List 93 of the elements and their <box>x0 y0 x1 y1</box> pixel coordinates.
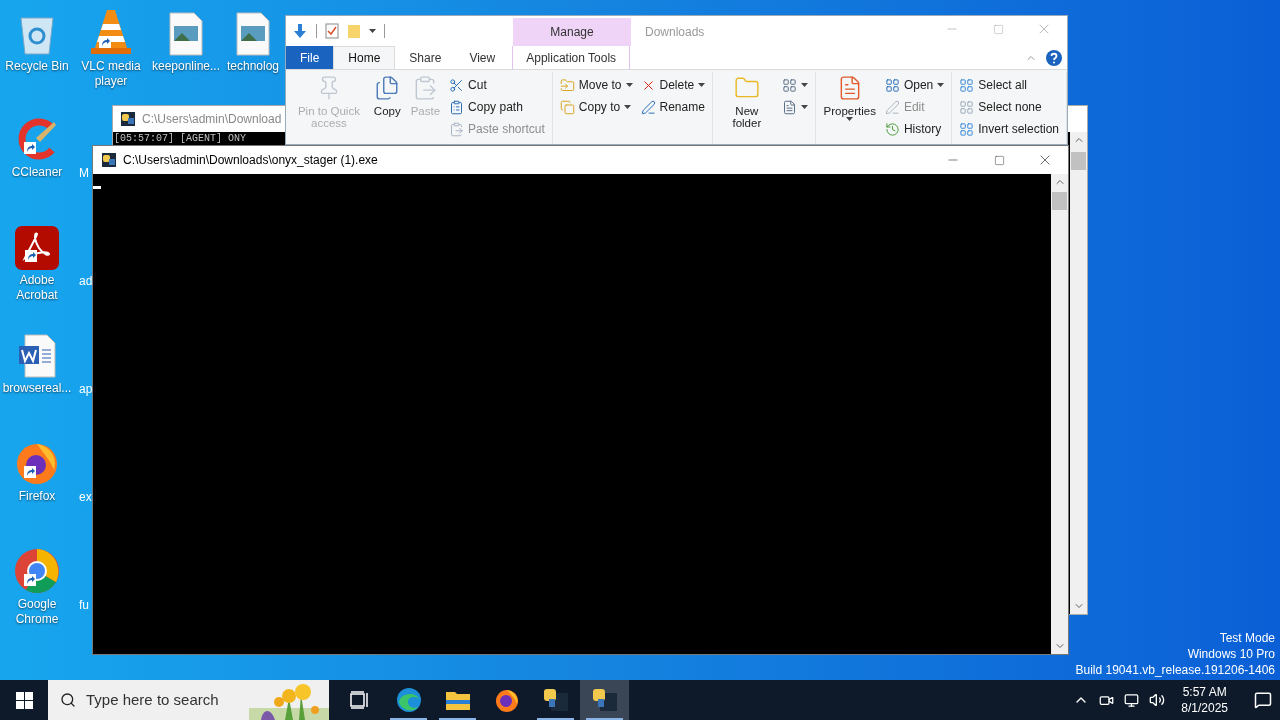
ribbon-button[interactable]: Copy to <box>556 96 636 118</box>
system-info-text: Build 19041.vb_release.191206-1406 <box>1075 662 1275 678</box>
console-app-icon <box>120 111 136 127</box>
ribbon-button[interactable]: Copy <box>369 72 405 117</box>
ribbon-tab[interactable]: Share <box>395 46 456 69</box>
windows-logo-icon <box>15 691 33 709</box>
icon-label: browsereal... <box>2 381 72 396</box>
firefox-icon <box>493 687 520 713</box>
search-icon <box>60 692 76 708</box>
image-file-icon <box>168 12 204 56</box>
console-app-icon <box>542 687 569 713</box>
icon-label: Recycle Bin <box>5 59 69 74</box>
caret-icon <box>846 117 854 121</box>
paste-shortcut-icon <box>449 121 465 137</box>
volume-icon[interactable] <box>1149 692 1166 708</box>
invert-selection-icon <box>959 121 975 137</box>
folder-icon <box>444 689 471 711</box>
ribbon-button[interactable]: Select all <box>956 74 1062 96</box>
ribbon-button[interactable]: Rename <box>637 96 709 118</box>
icon-label: ex <box>79 490 92 505</box>
edge-icon <box>395 687 422 713</box>
open-icon <box>884 77 900 93</box>
ribbon-button[interactable]: Copy path <box>446 96 548 118</box>
history-icon <box>884 121 900 137</box>
move-to-icon <box>559 77 575 93</box>
ribbon-tab[interactable]: Home <box>333 46 396 69</box>
search-field[interactable]: Type here to search <box>86 688 256 712</box>
properties-check-icon[interactable] <box>325 23 339 39</box>
caret-icon <box>624 105 632 109</box>
search-bar[interactable]: Type here to search <box>48 680 329 720</box>
new-item-icon <box>781 77 797 93</box>
context-tab-label: Manage <box>550 24 594 41</box>
notifications-icon[interactable] <box>1254 691 1272 709</box>
rename-icon <box>640 99 656 115</box>
icon-label: technolog <box>226 59 279 74</box>
scroll-thumb[interactable] <box>1052 192 1067 210</box>
edit-icon <box>884 99 900 115</box>
acrobat-icon <box>15 226 59 270</box>
icon-label: ap <box>79 382 93 397</box>
caret-icon <box>937 83 945 87</box>
icon-label: VLC media player <box>80 59 142 89</box>
ribbon-button[interactable]: History <box>881 118 948 140</box>
ribbon-tab[interactable]: View <box>455 46 510 69</box>
icon-label: keeponline... <box>151 59 221 74</box>
scroll-thumb[interactable] <box>1071 152 1086 170</box>
icon-label: ad <box>79 274 93 289</box>
icon-label: Firefox <box>18 489 56 504</box>
ribbon-button[interactable]: Move to <box>556 74 636 96</box>
ribbon-button[interactable]: Open <box>881 74 948 96</box>
console-app-icon <box>591 687 618 713</box>
window-title: Downloads <box>645 24 705 41</box>
maximize-icon <box>992 23 1004 35</box>
ribbon-button[interactable]: Delete <box>637 74 709 96</box>
ribbon-button[interactable]: Properties <box>819 72 880 121</box>
maximize-icon <box>993 154 1005 166</box>
icon-label: CCleaner <box>11 165 63 180</box>
caret-icon <box>625 83 633 87</box>
caret-icon <box>800 105 808 109</box>
ribbon-button[interactable]: Select none <box>956 96 1062 118</box>
icon-label: fu <box>79 598 89 613</box>
ribbon-button[interactable]: Invert selection <box>956 118 1062 140</box>
ribbon-button[interactable]: Cut <box>446 74 548 96</box>
select-none-icon <box>959 99 975 115</box>
copy-to-icon <box>559 99 575 115</box>
network-icon[interactable] <box>1124 692 1140 708</box>
system-info-text: Test Mode <box>1219 630 1275 646</box>
download-arrow-icon[interactable] <box>292 23 308 39</box>
scissors-icon <box>449 77 465 93</box>
caret-icon <box>369 29 376 33</box>
easy-access-icon <box>781 99 797 115</box>
scrollbar[interactable] <box>1051 174 1068 654</box>
system-info-text: Windows 10 Pro <box>1187 646 1275 662</box>
ribbon-tab[interactable]: File <box>286 46 334 69</box>
taskbar-app[interactable] <box>580 680 629 720</box>
task-view-icon <box>349 691 370 709</box>
window-title: C:\Users\admin\Download <box>142 111 282 128</box>
image-file-icon <box>235 12 271 56</box>
help-icon[interactable] <box>1045 48 1063 67</box>
icon-label: M <box>79 166 89 181</box>
caret-icon <box>800 83 808 87</box>
caret-icon <box>698 83 706 87</box>
console-output-line: [05:57:07] [AGENT] ONY <box>114 133 247 144</box>
chrome-icon <box>14 548 60 594</box>
clock[interactable]: 5:57 AM 8/1/2025 <box>1175 684 1234 716</box>
copy-path-icon <box>449 99 465 115</box>
icon-label: Google Chrome <box>14 597 60 627</box>
word-document-icon <box>17 334 57 378</box>
console-app-icon <box>101 152 117 168</box>
ribbon-button[interactable]: New folder <box>717 72 777 129</box>
scrollbar[interactable] <box>1070 132 1087 614</box>
select-all-icon <box>959 77 975 93</box>
icon-label: Adobe Acrobat <box>15 273 59 303</box>
window-title: C:\Users\admin\Downloads\onyx_stager (1).exe <box>123 152 378 169</box>
